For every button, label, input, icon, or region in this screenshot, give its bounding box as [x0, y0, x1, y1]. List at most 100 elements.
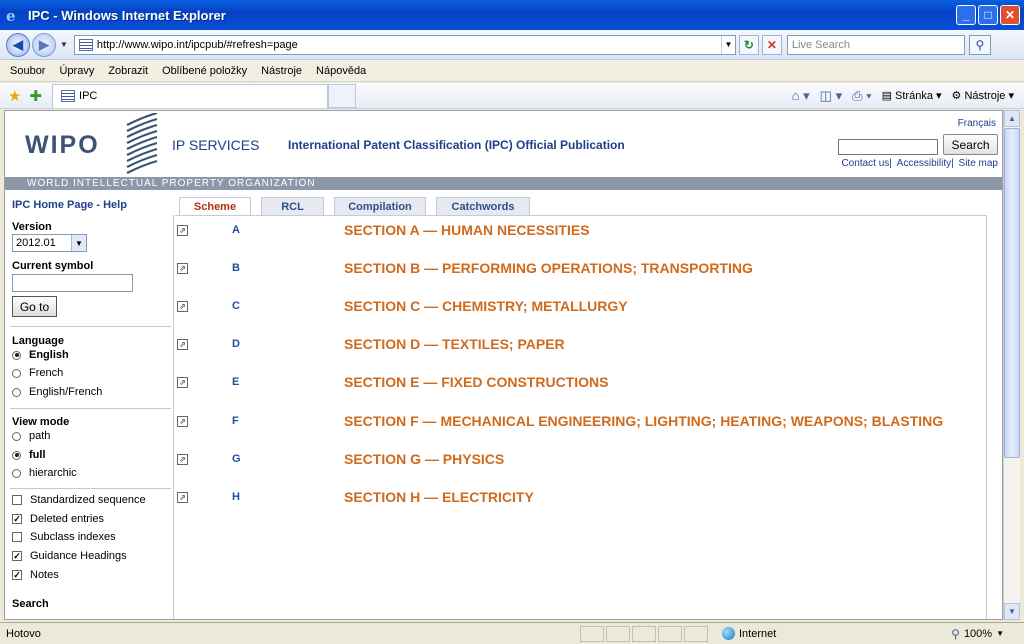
search-go-icon[interactable]: ⚲: [968, 34, 991, 55]
minimize-button[interactable]: _: [956, 5, 976, 25]
section-letter[interactable]: H: [232, 491, 240, 503]
section-title[interactable]: SECTION H — ELECTRICITY: [344, 489, 534, 505]
zoom-icon: ⚲: [951, 626, 960, 641]
section-row: ⇗ G SECTION G — PHYSICS: [174, 451, 994, 471]
version-select[interactable]: 2012.01 ▼: [12, 234, 87, 252]
wipo-logo[interactable]: WIPO: [25, 131, 100, 160]
globe-icon: [722, 627, 735, 640]
francais-link[interactable]: Français: [958, 118, 996, 129]
tab-catchwords[interactable]: Catchwords: [436, 197, 530, 216]
ipc-home-link[interactable]: IPC Home Page: [12, 199, 93, 211]
option-deleted-entries[interactable]: ✓ Deleted entries: [12, 513, 104, 525]
option-guidance-headings[interactable]: ✓ Guidance Headings: [12, 550, 127, 562]
section-title[interactable]: SECTION B — PERFORMING OPERATIONS; TRANS…: [344, 260, 753, 276]
scroll-down-icon[interactable]: ▼: [1004, 603, 1020, 620]
maximize-button[interactable]: □: [978, 5, 998, 25]
print-icon[interactable]: ⎙ ▾: [852, 88, 871, 104]
viewmode-path[interactable]: path: [12, 430, 50, 442]
menu-view[interactable]: Zobrazit: [108, 65, 148, 77]
external-link-icon[interactable]: ⇗: [177, 377, 188, 388]
accessibility-link[interactable]: Accessibility: [897, 158, 951, 169]
favorites-star-icon[interactable]: ★: [8, 87, 21, 105]
section-row: ⇗ E SECTION E — FIXED CONSTRUCTIONS: [174, 374, 994, 394]
external-link-icon[interactable]: ⇗: [177, 339, 188, 350]
tab-compilation[interactable]: Compilation: [334, 197, 426, 216]
goto-button[interactable]: Go to: [12, 296, 57, 317]
scroll-thumb[interactable]: [1004, 128, 1020, 458]
section-letter[interactable]: D: [232, 338, 240, 350]
page-menu-label: Stránka: [895, 90, 933, 102]
url-dropdown-icon[interactable]: ▼: [720, 35, 735, 54]
external-link-icon[interactable]: ⇗: [177, 263, 188, 274]
window-titlebar: e IPC - Windows Internet Explorer _ □ ✕: [0, 0, 1024, 30]
section-title[interactable]: SECTION G — PHYSICS: [344, 451, 504, 467]
contact-us-link[interactable]: Contact us: [841, 158, 889, 169]
window-title: IPC - Windows Internet Explorer: [28, 7, 226, 23]
site-search-input[interactable]: [838, 139, 938, 155]
vertical-scrollbar[interactable]: ▲ ▼: [1003, 110, 1020, 620]
refresh-button[interactable]: ↻: [738, 34, 759, 55]
section-title[interactable]: SECTION C — CHEMISTRY; METALLURGY: [344, 298, 628, 314]
language-english-french[interactable]: English/French: [12, 386, 102, 398]
viewmode-full[interactable]: full: [12, 449, 46, 461]
option-subclass-indexes[interactable]: Subclass indexes: [12, 531, 116, 543]
section-title[interactable]: SECTION E — FIXED CONSTRUCTIONS: [344, 374, 608, 390]
language-french[interactable]: French: [12, 367, 63, 379]
option-standardized-sequence[interactable]: Standardized sequence: [12, 494, 146, 506]
divider: [10, 488, 171, 489]
option-notes[interactable]: ✓ Notes: [12, 569, 59, 581]
tab-scheme[interactable]: Scheme: [179, 197, 251, 216]
external-link-icon[interactable]: ⇗: [177, 416, 188, 427]
checkbox-label: Subclass indexes: [30, 531, 116, 543]
section-title[interactable]: SECTION A — HUMAN NECESSITIES: [344, 222, 590, 238]
view-tabs: Scheme RCL Compilation Catchwords: [179, 197, 530, 216]
site-search-button[interactable]: Search: [943, 134, 998, 155]
menu-edit[interactable]: Úpravy: [59, 65, 94, 77]
menu-file[interactable]: Soubor: [10, 65, 45, 77]
section-letter[interactable]: G: [232, 453, 241, 465]
feeds-icon[interactable]: ◫ ▾: [820, 88, 842, 104]
section-letter[interactable]: B: [232, 262, 240, 274]
section-letter[interactable]: A: [232, 224, 240, 236]
help-link[interactable]: Help: [103, 199, 127, 211]
tab-ipc[interactable]: IPC: [52, 83, 329, 108]
back-button[interactable]: ◀: [6, 32, 30, 57]
tab-label: IPC: [79, 90, 98, 102]
menu-tools[interactable]: Nástroje: [261, 65, 302, 77]
external-link-icon[interactable]: ⇗: [177, 454, 188, 465]
tools-menu[interactable]: ⚙ Nástroje ▾: [952, 89, 1014, 102]
viewmode-hierarchic[interactable]: hierarchic: [12, 467, 77, 479]
chevron-down-icon: ▼: [71, 235, 86, 251]
section-title[interactable]: SECTION F — MECHANICAL ENGINEERING; LIGH…: [344, 413, 943, 429]
url-field[interactable]: http://www.wipo.int/ipcpub/#refresh=page…: [73, 34, 736, 55]
zoom-control[interactable]: ⚲ 100% ▼: [951, 627, 1024, 641]
home-icon[interactable]: ⌂ ▾: [792, 88, 810, 104]
current-symbol-input[interactable]: [12, 274, 133, 292]
external-link-icon[interactable]: ⇗: [177, 225, 188, 236]
ip-services-link[interactable]: IP SERVICES: [172, 137, 259, 153]
forward-button[interactable]: ▶: [32, 32, 56, 57]
new-tab-button[interactable]: [328, 83, 357, 108]
section-letter[interactable]: F: [232, 415, 239, 427]
live-search-input[interactable]: Live Search: [786, 34, 965, 55]
section-title[interactable]: SECTION D — TEXTILES; PAPER: [344, 336, 565, 352]
radio-icon: [12, 431, 21, 441]
external-link-icon[interactable]: ⇗: [177, 492, 188, 503]
add-favorite-icon[interactable]: ✚: [29, 87, 42, 105]
menu-help[interactable]: Nápověda: [316, 65, 366, 77]
radio-icon: [12, 368, 21, 378]
stop-button[interactable]: ✕: [761, 34, 782, 55]
section-letter[interactable]: C: [232, 300, 240, 312]
scheme-pane: ⇗ A SECTION A — HUMAN NECESSITIES ⇗ B SE…: [173, 215, 987, 619]
site-map-link[interactable]: Site map: [959, 158, 998, 169]
external-link-icon[interactable]: ⇗: [177, 301, 188, 312]
language-english[interactable]: English: [12, 349, 69, 361]
menu-favorites[interactable]: Oblíbené položky: [162, 65, 247, 77]
close-button[interactable]: ✕: [1000, 5, 1020, 25]
history-dropdown-icon[interactable]: ▼: [60, 40, 68, 49]
scroll-up-icon[interactable]: ▲: [1004, 110, 1020, 127]
page-menu[interactable]: ▤ Stránka ▾: [882, 89, 942, 102]
tab-rcl[interactable]: RCL: [261, 197, 324, 216]
security-zone[interactable]: Internet: [722, 627, 932, 640]
section-letter[interactable]: E: [232, 376, 239, 388]
